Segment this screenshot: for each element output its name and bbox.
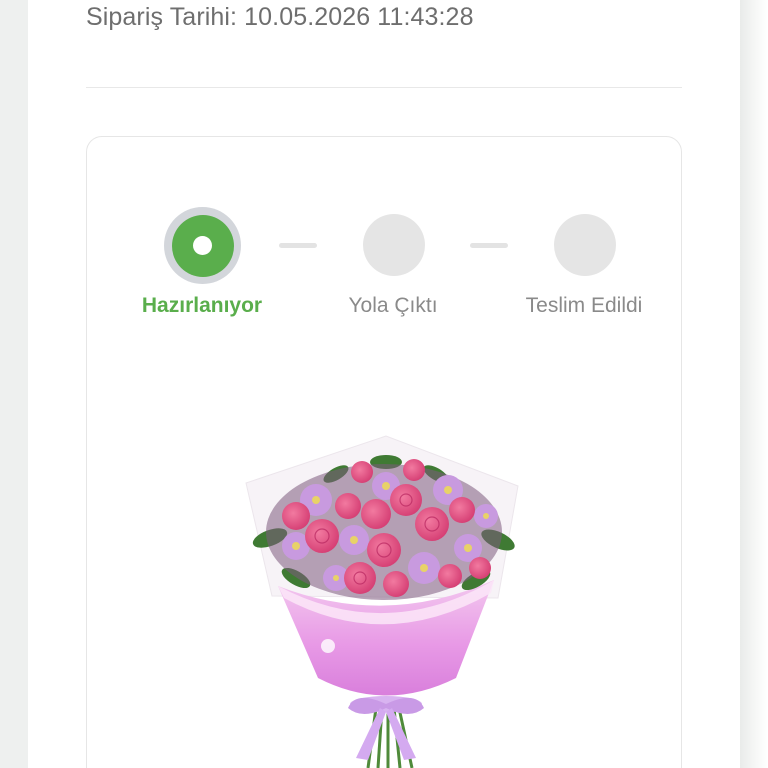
- step-label-preparing: Hazırlanıyor: [141, 294, 263, 317]
- step-active-dot: [193, 236, 212, 255]
- step-shipped-indicator: [363, 214, 425, 276]
- order-date: Sipariş Tarihi: 10.05.2026 11:43:28: [86, 3, 474, 31]
- step-label-delivered: Teslim Edildi: [525, 294, 643, 317]
- tag: [321, 639, 335, 653]
- step-preparing-indicator: [164, 207, 241, 284]
- step-delivered-indicator: [554, 214, 616, 276]
- step-active-circle: [171, 214, 234, 277]
- step-connector: [470, 243, 508, 248]
- scroll-edge: [740, 0, 768, 768]
- step-connector: [279, 243, 317, 248]
- ribbon: [348, 696, 424, 760]
- flower-bouquet-icon: [245, 435, 519, 768]
- step-label-shipped: Yola Çıktı: [348, 294, 438, 317]
- divider: [86, 87, 682, 88]
